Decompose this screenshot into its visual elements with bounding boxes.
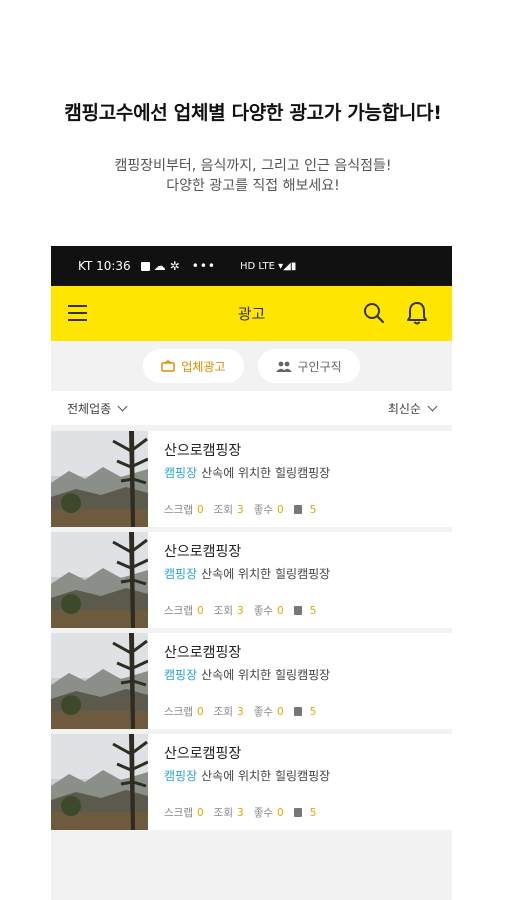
listing-stats: 스크랩 0 조회 3 좋수 0 5 [164,805,322,820]
listing-list: 산으로캠핑장 캠핑장 산속에 위치한 힐링캠핑장 스크랩 0 조회 3 좋수 0 5 산… [51,425,452,830]
category-filter-label: 전체업종 [67,401,112,416]
listing-info: 산으로캠핑장 캠핑장 산속에 위치한 힐링캠핑장 스크랩 0 조회 3 좋수 0 5 [148,633,452,729]
app-bar: 광고 [51,286,452,341]
gallery-notification-icon [140,261,150,271]
likes-label: 좋수 [253,605,274,617]
tab-business-ads[interactable]: 업체광고 [143,349,244,383]
views-count: 3 [237,604,244,617]
document-icon [293,707,302,716]
tab-job-postings[interactable]: 구인구직 [257,349,360,383]
scrap-count: 0 [196,705,204,718]
phone-screen: KT 10:36 ☁ ✲ ••• HD LTE ▾◢▮ 광고 업체광고 구인구직… [51,246,452,900]
views-label: 조회 [213,807,233,819]
docs-count: 5 [309,705,317,718]
sort-label: 최신순 [387,401,421,416]
likes-count: 0 [277,705,284,718]
listing-card[interactable]: 산으로캠핑장 캠핑장 산속에 위치한 힐링캠핑장 스크랩 0 조회 3 좋수 0 5 [51,431,452,527]
listing-description: 산속에 위치한 힐링캠핑장 [201,668,331,682]
scrap-label: 스크랩 [164,605,193,617]
status-notification-icons: ☁ ✲ [140,259,180,273]
listing-stats: 스크랩 0 조회 3 좋수 0 5 [164,704,322,719]
listing-info: 산으로캠핑장 캠핑장 산속에 위치한 힐링캠핑장 스크랩 0 조회 3 좋수 0 5 [148,734,452,830]
scrap-count: 0 [196,503,204,516]
listing-title: 산으로캠핑장 [164,746,242,762]
document-icon [293,606,302,615]
listing-title: 산으로캠핑장 [164,645,242,661]
ad-board-icon [161,360,176,372]
listing-info: 산으로캠핑장 캠핑장 산속에 위치한 힐링캠핑장 스크랩 0 조회 3 좋수 0 5 [148,532,452,628]
people-icon [275,361,292,372]
scrap-count: 0 [196,604,204,617]
listing-title: 산으로캠핑장 [164,544,242,560]
likes-label: 좋수 [253,504,274,516]
category-filter-dropdown[interactable]: 전체업종 [67,400,128,417]
views-count: 3 [237,503,244,516]
promo-subline-line-2: 다양한 광고를 직접 해보세요! [166,178,340,194]
document-icon [293,808,302,817]
listing-category: 캠핑장 [164,769,198,783]
listing-stats: 스크랩 0 조회 3 좋수 0 5 [164,603,322,618]
listing-description: 산속에 위치한 힐링캠핑장 [201,769,331,783]
tab-job-postings-label: 구인구직 [297,359,342,374]
settings-notification-icon: ✲ [169,259,180,273]
views-count: 3 [237,705,244,718]
chevron-down-icon [427,401,438,411]
document-icon [293,505,302,514]
promo-subline-line-1: 캠핑장비부터, 음식까지, 그리고 인근 음식점들! [114,158,392,174]
sort-dropdown[interactable]: 최신순 [387,400,438,417]
likes-label: 좋수 [253,706,274,718]
notification-bell-icon[interactable] [405,300,429,326]
campsite-thumbnail [51,431,148,527]
tab-business-ads-label: 업체광고 [181,359,226,374]
listing-category: 캠핑장 [164,466,198,480]
cloud-notification-icon: ☁ [153,259,166,273]
status-carrier-time: KT 10:36 [78,259,131,273]
campsite-thumbnail [51,734,148,830]
listing-description-line: 캠핑장 산속에 위치한 힐링캠핑장 [164,464,452,481]
listing-info: 산으로캠핑장 캠핑장 산속에 위치한 힐링캠핑장 스크랩 0 조회 3 좋수 0 5 [148,431,452,527]
scrap-count: 0 [196,806,204,819]
docs-count: 5 [309,806,317,819]
listing-description: 산속에 위치한 힐링캠핑장 [201,466,331,480]
listing-category: 캠핑장 [164,668,198,682]
listing-card[interactable]: 산으로캠핑장 캠핑장 산속에 위치한 힐링캠핑장 스크랩 0 조회 3 좋수 0 5 [51,532,452,628]
scrap-label: 스크랩 [164,706,193,718]
listing-card[interactable]: 산으로캠핑장 캠핑장 산속에 위치한 힐링캠핑장 스크랩 0 조회 3 좋수 0 5 [51,633,452,729]
scrap-label: 스크랩 [164,807,193,819]
promo-subline: 캠핑장비부터, 음식까지, 그리고 인근 음식점들! 다양한 광고를 직접 해보… [0,156,506,196]
likes-label: 좋수 [253,807,274,819]
likes-count: 0 [277,604,284,617]
listing-title: 산으로캠핑장 [164,443,242,459]
views-label: 조회 [213,504,233,516]
views-label: 조회 [213,706,233,718]
app-title: 광고 [237,305,266,323]
listing-description-line: 캠핑장 산속에 위치한 힐링캠핑장 [164,767,452,784]
likes-count: 0 [277,806,284,819]
docs-count: 5 [309,604,317,617]
chevron-down-icon [117,401,128,411]
likes-count: 0 [277,503,284,516]
signal-battery-icons: HD LTE ▾◢▮ [239,260,297,272]
filter-bar: 전체업종 최신순 [51,391,452,425]
ad-type-tabs: 업체광고 구인구직 [51,341,452,391]
listing-description-line: 캠핑장 산속에 위치한 힐링캠핑장 [164,565,452,582]
campsite-thumbnail [51,532,148,628]
promo-headline: 캠핑고수에선 업체별 다양한 광고가 가능합니다! [64,102,442,124]
more-notifications-icon: ••• [191,259,216,273]
listing-description-line: 캠핑장 산속에 위치한 힐링캠핑장 [164,666,452,683]
listing-stats: 스크랩 0 조회 3 좋수 0 5 [164,502,322,517]
listing-card[interactable]: 산으로캠핑장 캠핑장 산속에 위치한 힐링캠핑장 스크랩 0 조회 3 좋수 0 5 [51,734,452,830]
campsite-thumbnail [51,633,148,729]
views-label: 조회 [213,605,233,617]
search-icon[interactable] [363,302,385,324]
scrap-label: 스크랩 [164,504,193,516]
status-bar: KT 10:36 ☁ ✲ ••• HD LTE ▾◢▮ [51,246,452,286]
views-count: 3 [237,806,244,819]
docs-count: 5 [309,503,317,516]
listing-description: 산속에 위치한 힐링캠핑장 [201,567,331,581]
listing-category: 캠핑장 [164,567,198,581]
